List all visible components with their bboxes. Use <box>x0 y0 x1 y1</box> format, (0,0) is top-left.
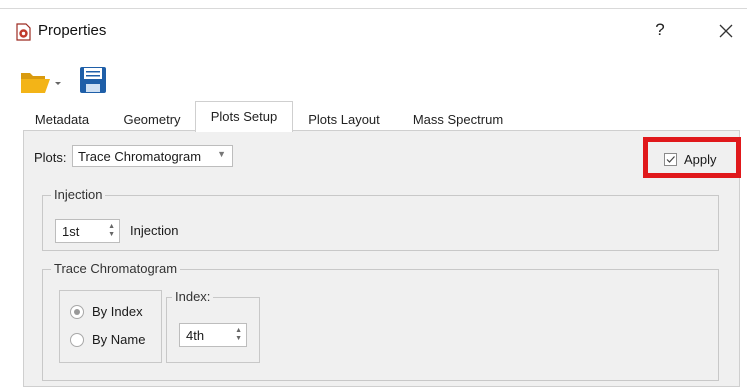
apply-checkbox[interactable] <box>664 153 677 166</box>
tab-geometry[interactable]: Geometry <box>111 106 193 130</box>
trace-chromatogram-group: Trace Chromatogram By Index By Name Inde… <box>42 261 719 381</box>
injection-group-title: Injection <box>51 187 106 202</box>
injection-group: Injection 1st ▲ ▼ Injection <box>42 187 719 251</box>
radio-by-index-label[interactable]: By Index <box>92 304 143 319</box>
index-value: 4th <box>186 328 205 343</box>
apply-highlight-box: Apply <box>643 137 741 178</box>
plots-dropdown[interactable]: Trace Chromatogram ▼ <box>72 145 233 167</box>
index-group: Index: 4th ▲ ▼ <box>166 289 260 363</box>
plots-dropdown-value: Trace Chromatogram <box>78 149 202 164</box>
app-icon <box>15 23 31 41</box>
help-button[interactable]: ? <box>650 20 670 40</box>
save-button[interactable] <box>78 65 108 95</box>
chevron-down-icon: ▼ <box>217 149 226 159</box>
index-group-title: Index: <box>172 289 214 304</box>
open-folder-button[interactable] <box>20 68 64 94</box>
plots-label: Plots: <box>34 150 67 165</box>
spin-up-icon[interactable]: ▲ <box>108 223 115 231</box>
tab-mass-spectrum[interactable]: Mass Spectrum <box>403 106 513 130</box>
radio-selected-dot <box>74 309 80 315</box>
trace-group-title: Trace Chromatogram <box>51 261 181 276</box>
index-spinbox[interactable]: 4th ▲ ▼ <box>179 323 247 347</box>
apply-label[interactable]: Apply <box>684 152 717 167</box>
tab-metadata[interactable]: Metadata <box>23 106 101 130</box>
injection-label: Injection <box>130 223 179 238</box>
tab-bar: Metadata Geometry Plots Setup Plots Layo… <box>23 101 723 132</box>
injection-spinbox[interactable]: 1st ▲ ▼ <box>55 219 120 243</box>
spin-down-icon[interactable]: ▼ <box>108 231 115 239</box>
close-icon <box>719 24 733 38</box>
tab-plots-setup[interactable]: Plots Setup <box>195 101 293 132</box>
radio-by-name-label[interactable]: By Name <box>92 332 145 347</box>
spin-up-icon[interactable]: ▲ <box>235 327 242 335</box>
plots-setup-panel: Plots: Trace Chromatogram ▼ Apply Inject… <box>23 130 741 387</box>
title-bar: Properties ? <box>0 9 747 53</box>
close-button[interactable] <box>713 18 739 44</box>
toolbar <box>0 60 300 100</box>
radio-by-index-circle[interactable] <box>70 305 84 319</box>
injection-value: 1st <box>62 224 80 239</box>
window-top-edge <box>0 0 747 9</box>
window-title: Properties <box>38 22 107 39</box>
trace-mode-box: By Index By Name <box>59 290 162 363</box>
checkmark-icon <box>666 156 675 163</box>
radio-by-name-circle[interactable] <box>70 333 84 347</box>
spin-down-icon[interactable]: ▼ <box>235 335 242 343</box>
floppy-save-icon <box>80 67 106 93</box>
tab-plots-layout[interactable]: Plots Layout <box>299 106 389 130</box>
folder-open-icon <box>21 73 61 93</box>
